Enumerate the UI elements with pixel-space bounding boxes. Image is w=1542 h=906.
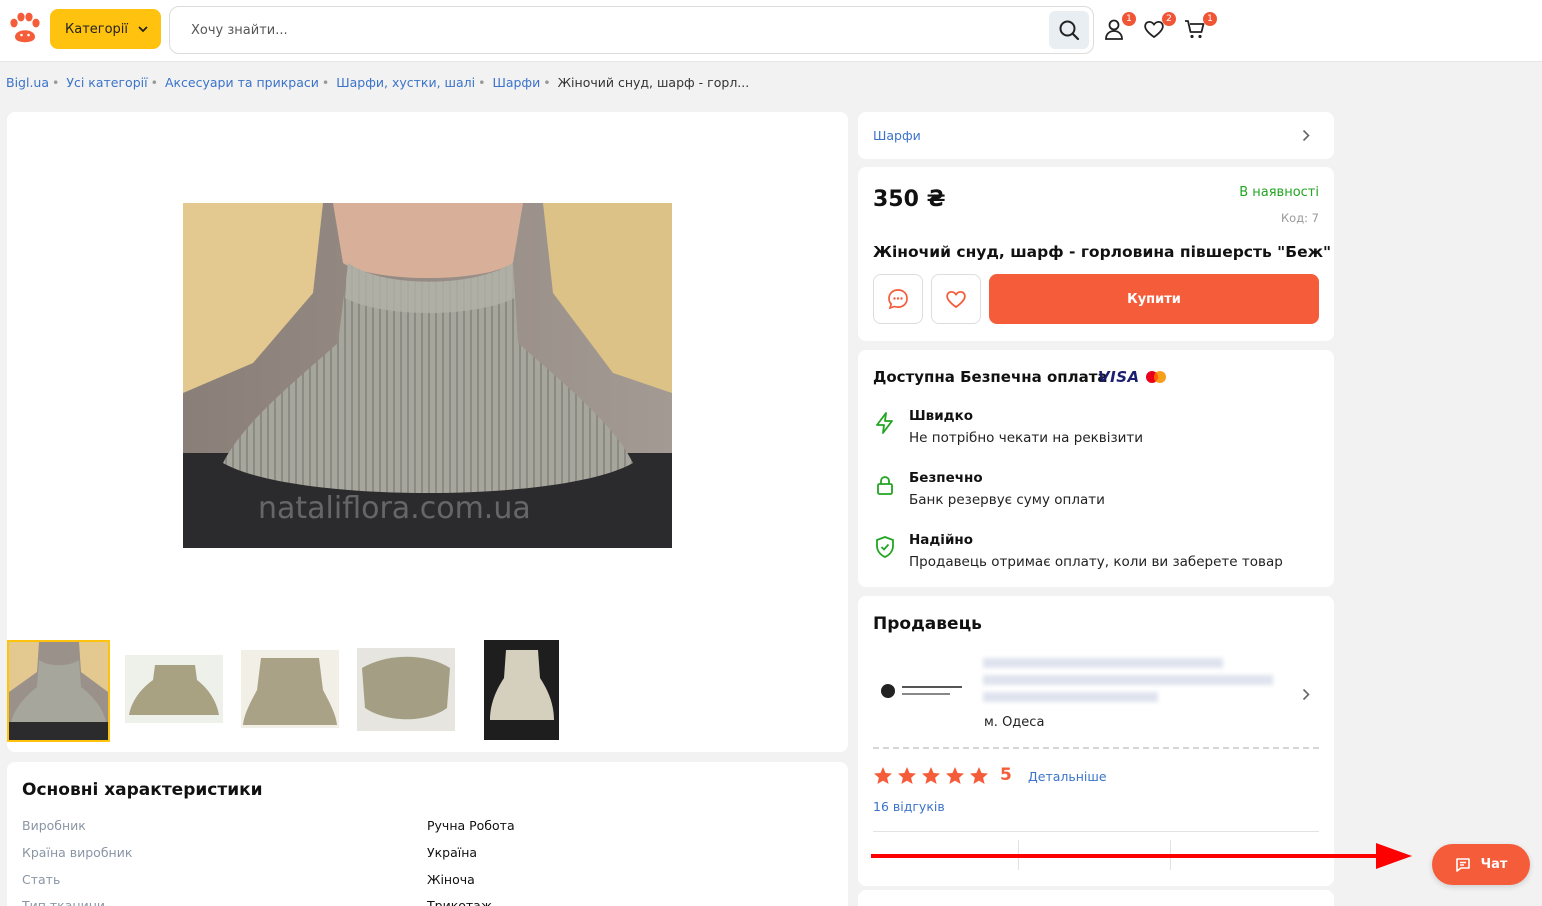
thumbnail[interactable] xyxy=(7,640,110,742)
search-input[interactable] xyxy=(171,8,1041,52)
feature-desc: Банк резервує суму оплати xyxy=(909,492,1105,508)
star-icon xyxy=(874,767,892,784)
breadcrumb-current: Жіночий снуд, шарф - горл... xyxy=(557,75,750,90)
star-icon xyxy=(898,767,916,784)
annotation-arrow-line xyxy=(871,854,1386,858)
rating-value: 5 xyxy=(1000,765,1012,785)
spec-value: Україна xyxy=(427,845,478,860)
spec-key: Тип тканини xyxy=(22,898,105,906)
add-to-favorites-button[interactable] xyxy=(931,274,981,324)
cart-badge: 1 xyxy=(1203,12,1217,26)
breadcrumb: Bigl.ua • Усі категорії • Аксесуари та при… xyxy=(6,75,750,90)
payment-feature: Надійно Продавець отримає оплату, коли в… xyxy=(873,532,1313,572)
favorites-button[interactable]: 2 xyxy=(1143,12,1176,42)
spec-value: Трикотаж xyxy=(427,898,493,906)
lightning-icon xyxy=(876,412,893,434)
payment-title: Доступна Безпечна оплата xyxy=(873,368,1108,386)
specs-title: Основні характеристики xyxy=(22,780,263,800)
categories-label: Категорії xyxy=(65,21,129,37)
divider xyxy=(873,831,1319,832)
shield-check-icon xyxy=(876,536,894,558)
buy-button[interactable]: Купити xyxy=(989,274,1319,324)
reviews-link[interactable]: 16 відгуків xyxy=(873,799,945,814)
thumbnail[interactable] xyxy=(357,648,455,731)
payment-feature: Безпечно Банк резервує суму оплати xyxy=(873,470,1313,510)
feature-title: Надійно xyxy=(909,532,973,548)
rating-stars xyxy=(874,767,988,784)
profile-button[interactable]: 1 xyxy=(1103,12,1136,42)
breadcrumb-link[interactable]: Усі категорії xyxy=(66,75,147,90)
seller-details-link[interactable]: Детальніше xyxy=(1028,769,1107,784)
top-header: Категорії 1 2 1 xyxy=(0,0,1542,62)
divider xyxy=(873,747,1319,749)
thumbnail[interactable] xyxy=(125,655,223,723)
chat-button[interactable]: Чат xyxy=(1432,844,1530,885)
search-icon xyxy=(1059,20,1080,41)
thumbnail[interactable] xyxy=(484,640,559,740)
spec-key: Країна виробник xyxy=(22,845,133,860)
chat-question-icon xyxy=(888,289,908,310)
seller-city: м. Одеса xyxy=(984,715,1045,730)
thumbnail[interactable] xyxy=(241,650,339,728)
product-gallery: nataliflora.com.ua xyxy=(7,112,848,752)
chevron-right-icon xyxy=(1302,129,1310,142)
mastercard-logo xyxy=(1146,371,1166,383)
seller-card: Продавець м. Одеса 5 Детальніше 16 відгу… xyxy=(858,596,1334,886)
product-code: Код: 7 xyxy=(1281,211,1319,225)
spec-key: Виробник xyxy=(22,818,86,833)
chevron-right-icon[interactable] xyxy=(1302,688,1310,701)
seller-name-blurred xyxy=(983,675,1273,685)
cart-button[interactable]: 1 xyxy=(1184,12,1217,42)
seller-name-blurred xyxy=(983,658,1223,668)
feature-title: Безпечно xyxy=(909,470,983,486)
search-button[interactable] xyxy=(1049,11,1089,49)
star-icon xyxy=(946,767,964,784)
lock-icon xyxy=(877,476,893,495)
feature-desc: Не потрібно чекати на реквізити xyxy=(909,430,1144,446)
specs-panel: Основні характеристики Виробник Ручна Роб… xyxy=(7,762,848,906)
chat-icon xyxy=(1455,857,1470,872)
availability-status: В наявності xyxy=(1239,185,1319,200)
category-link-card[interactable]: Шарфи xyxy=(858,112,1334,159)
annotation-arrow-head xyxy=(1376,843,1412,869)
feature-title: Швидко xyxy=(909,408,974,424)
breadcrumb-link[interactable]: Аксесуари та прикраси xyxy=(165,75,319,90)
feature-desc: Продавець отримає оплату, коли ви забере… xyxy=(909,554,1283,570)
visa-logo: VISA xyxy=(1098,368,1140,386)
product-title: Жіночий снуд, шарф - горловина півшерсть… xyxy=(873,243,1332,261)
categories-button[interactable]: Категорії xyxy=(50,9,161,49)
product-main-image[interactable]: nataliflora.com.ua xyxy=(183,203,672,548)
search-bar xyxy=(169,6,1094,54)
seller-logo[interactable] xyxy=(878,680,968,702)
product-price: 350 ₴ xyxy=(873,187,946,212)
seller-name-blurred xyxy=(983,692,1158,702)
heart-icon xyxy=(946,290,966,309)
chat-label: Чат xyxy=(1480,857,1508,872)
spec-value: Ручна Робота xyxy=(427,818,515,833)
profile-badge: 1 xyxy=(1122,12,1136,26)
paw-logo-icon[interactable] xyxy=(7,11,43,47)
image-watermark: nataliflora.com.ua xyxy=(258,491,531,526)
safe-payment-card: Доступна Безпечна оплата VISA Швидко Не … xyxy=(858,350,1334,587)
breadcrumb-link[interactable]: Шарфи, хустки, шалі xyxy=(336,75,475,90)
chevron-down-icon xyxy=(138,25,148,32)
breadcrumb-link[interactable]: Bigl.ua xyxy=(6,75,49,90)
star-icon xyxy=(970,767,988,784)
payment-feature: Швидко Не потрібно чекати на реквізити xyxy=(873,408,1313,448)
buy-box: 350 ₴ В наявності Код: 7 Жіночий снуд, ш… xyxy=(858,167,1334,341)
next-card xyxy=(858,890,1334,906)
spec-key: Стать xyxy=(22,872,61,887)
favorites-badge: 2 xyxy=(1162,12,1176,26)
seller-title: Продавець xyxy=(873,614,982,634)
star-icon xyxy=(922,767,940,784)
ask-question-button[interactable] xyxy=(873,274,923,324)
breadcrumb-link[interactable]: Шарфи xyxy=(492,75,540,90)
spec-value: Жіноча xyxy=(427,872,475,887)
category-link[interactable]: Шарфи xyxy=(873,128,921,143)
